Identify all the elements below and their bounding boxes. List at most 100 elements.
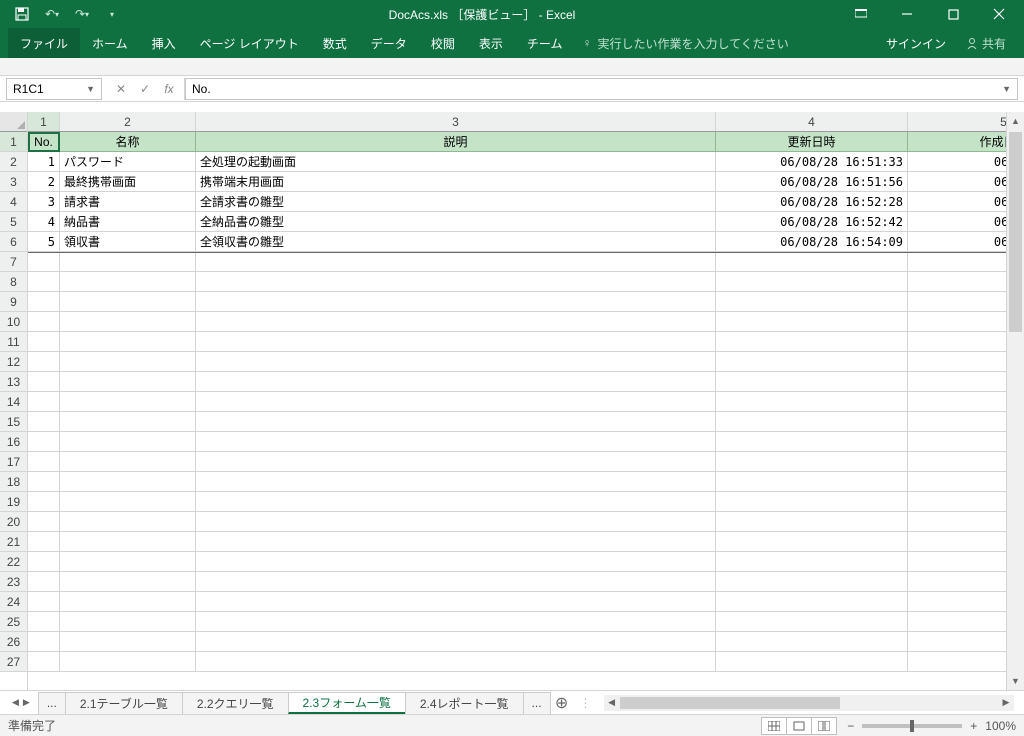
- empty-row[interactable]: [28, 592, 1006, 612]
- col-header-4[interactable]: 4: [716, 112, 908, 131]
- view-normal-button[interactable]: [761, 717, 787, 735]
- hdr-cre[interactable]: 作成日時: [908, 132, 1006, 152]
- row-header-25[interactable]: 25: [0, 612, 27, 632]
- sheet-tab-queries[interactable]: 2.2クエリ一覧: [182, 692, 289, 714]
- tab-home[interactable]: ホーム: [80, 28, 140, 58]
- cell-cre[interactable]: 06/08/28 14:53: [908, 232, 1006, 251]
- formula-input[interactable]: No. ▼: [185, 78, 1018, 100]
- vertical-scrollbar[interactable]: ▲ ▼: [1006, 112, 1024, 690]
- empty-row[interactable]: [28, 412, 1006, 432]
- empty-row[interactable]: [28, 372, 1006, 392]
- cell-no[interactable]: 5: [28, 232, 60, 251]
- row-header-10[interactable]: 10: [0, 312, 27, 332]
- select-all-button[interactable]: [0, 112, 27, 132]
- row-header-18[interactable]: 18: [0, 472, 27, 492]
- sheet-nav-next[interactable]: ▶: [23, 697, 30, 708]
- cell-desc[interactable]: 全納品書の雛型: [196, 212, 716, 231]
- zoom-slider[interactable]: [862, 724, 962, 728]
- cell-cre[interactable]: 06/08/28 16:33: [908, 172, 1006, 191]
- empty-row[interactable]: [28, 532, 1006, 552]
- cancel-formula-button[interactable]: ✕: [110, 82, 132, 96]
- cell-name[interactable]: 請求書: [60, 192, 196, 211]
- hdr-desc[interactable]: 説明: [196, 132, 716, 152]
- empty-row[interactable]: [28, 312, 1006, 332]
- cell-desc[interactable]: 全領収書の雛型: [196, 232, 716, 251]
- empty-row[interactable]: [28, 272, 1006, 292]
- cell-cre[interactable]: 06/08/28 15:29: [908, 152, 1006, 171]
- col-header-1[interactable]: 1: [28, 112, 60, 131]
- sheet-tab-more-left[interactable]: ...: [38, 692, 66, 714]
- scroll-right-arrow[interactable]: ▶: [998, 697, 1014, 708]
- zoom-out-button[interactable]: −: [847, 719, 854, 733]
- cell-name[interactable]: 領収書: [60, 232, 196, 251]
- row-header-11[interactable]: 11: [0, 332, 27, 352]
- cell-upd[interactable]: 06/08/28 16:51:56: [716, 172, 908, 191]
- row-header-24[interactable]: 24: [0, 592, 27, 612]
- tab-data[interactable]: データ: [359, 28, 419, 58]
- undo-button[interactable]: ↶▾: [38, 2, 66, 26]
- row-header-3[interactable]: 3: [0, 172, 27, 192]
- redo-button[interactable]: ↷▾: [68, 2, 96, 26]
- row-header-27[interactable]: 27: [0, 652, 27, 672]
- sheet-tab-more-right[interactable]: ...: [523, 692, 551, 714]
- expand-formula-icon[interactable]: ▼: [1002, 84, 1011, 94]
- row-header-5[interactable]: 5: [0, 212, 27, 232]
- row-header-8[interactable]: 8: [0, 272, 27, 292]
- empty-row[interactable]: [28, 492, 1006, 512]
- tab-insert[interactable]: 挿入: [140, 28, 188, 58]
- empty-row[interactable]: [28, 572, 1006, 592]
- name-box[interactable]: R1C1 ▼: [6, 78, 102, 100]
- new-sheet-button[interactable]: ⊕: [550, 693, 574, 713]
- hdr-upd[interactable]: 更新日時: [716, 132, 908, 152]
- tell-me-search[interactable]: ♀ 実行したい作業を入力してください: [574, 35, 796, 52]
- cell-desc[interactable]: 携帯端末用画面: [196, 172, 716, 191]
- empty-row[interactable]: [28, 332, 1006, 352]
- row-header-9[interactable]: 9: [0, 292, 27, 312]
- hdr-no[interactable]: No.: [28, 132, 60, 152]
- tab-review[interactable]: 校閲: [419, 28, 467, 58]
- row-header-2[interactable]: 2: [0, 152, 27, 172]
- zoom-in-button[interactable]: +: [970, 719, 977, 733]
- tab-formulas[interactable]: 数式: [311, 28, 359, 58]
- scroll-down-arrow[interactable]: ▼: [1007, 672, 1024, 690]
- cell-no[interactable]: 3: [28, 192, 60, 211]
- horizontal-scrollbar[interactable]: ◀ ▶: [604, 695, 1014, 711]
- empty-row[interactable]: [28, 472, 1006, 492]
- col-header-3[interactable]: 3: [196, 112, 716, 131]
- col-header-5[interactable]: 5: [908, 112, 1006, 131]
- qat-customize[interactable]: ▾: [98, 2, 126, 26]
- row-header-14[interactable]: 14: [0, 392, 27, 412]
- tab-team[interactable]: チーム: [515, 28, 575, 58]
- row-header-15[interactable]: 15: [0, 412, 27, 432]
- empty-row[interactable]: [28, 632, 1006, 652]
- maximize-button[interactable]: [930, 0, 976, 28]
- row-header-16[interactable]: 16: [0, 432, 27, 452]
- insert-function-button[interactable]: fx: [158, 82, 180, 96]
- row-header-22[interactable]: 22: [0, 552, 27, 572]
- cells-area[interactable]: No. 名称 説明 更新日時 作成日時 1パスワード全処理の起動画面06/08/…: [28, 132, 1006, 672]
- cell-no[interactable]: 2: [28, 172, 60, 191]
- empty-row[interactable]: [28, 652, 1006, 672]
- row-header-26[interactable]: 26: [0, 632, 27, 652]
- empty-row[interactable]: [28, 552, 1006, 572]
- row-header-21[interactable]: 21: [0, 532, 27, 552]
- tab-view[interactable]: 表示: [467, 28, 515, 58]
- cell-name[interactable]: 納品書: [60, 212, 196, 231]
- close-button[interactable]: [976, 0, 1022, 28]
- scroll-up-arrow[interactable]: ▲: [1007, 112, 1024, 130]
- cell-name[interactable]: パスワード: [60, 152, 196, 171]
- hdr-name[interactable]: 名称: [60, 132, 196, 152]
- row-header-6[interactable]: 6: [0, 232, 27, 252]
- sheet-nav-prev[interactable]: ◀: [12, 697, 19, 708]
- cell-desc[interactable]: 全処理の起動画面: [196, 152, 716, 171]
- row-header-23[interactable]: 23: [0, 572, 27, 592]
- row-header-12[interactable]: 12: [0, 352, 27, 372]
- zoom-level[interactable]: 100%: [985, 719, 1016, 733]
- empty-row[interactable]: [28, 452, 1006, 472]
- scroll-thumb-h[interactable]: [620, 697, 840, 709]
- row-header-7[interactable]: 7: [0, 252, 27, 272]
- row-header-4[interactable]: 4: [0, 192, 27, 212]
- sheet-tab-reports[interactable]: 2.4レポート一覧: [405, 692, 524, 714]
- empty-row[interactable]: [28, 612, 1006, 632]
- scroll-thumb-v[interactable]: [1009, 132, 1022, 332]
